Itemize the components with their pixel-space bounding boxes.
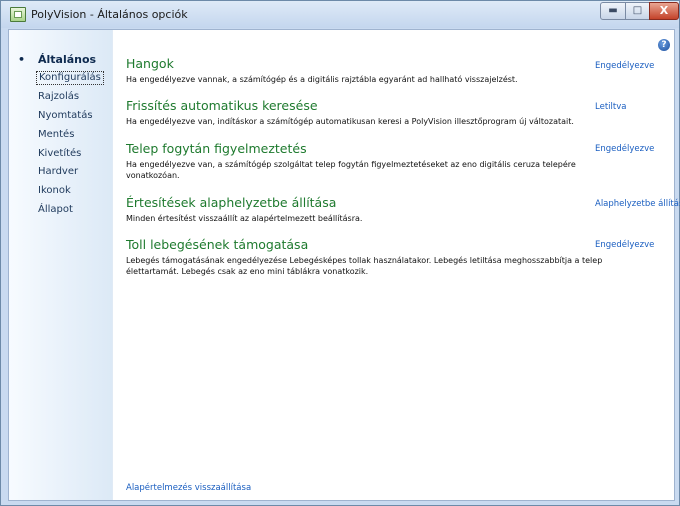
- reset-defaults-link[interactable]: Alapértelmezés visszaállítása: [126, 483, 251, 493]
- section-title-frissites: Frissítés automatikus keresése: [126, 98, 318, 113]
- section-title-ertesitesek: Értesítések alaphelyzetbe állítása: [126, 195, 337, 210]
- frissites-toggle-link[interactable]: Letiltva: [595, 102, 626, 112]
- section-title-telep: Telep fogytán figyelmeztetés: [126, 141, 307, 156]
- app-window: PolyVision - Általános opciók ▬ □ X • Ál…: [0, 0, 680, 506]
- options-panel: • Általános Konfigurálás Rajzolás Nyomta…: [8, 29, 680, 501]
- maximize-button[interactable]: □: [625, 2, 650, 20]
- telep-toggle-link[interactable]: Engedélyezve: [595, 144, 654, 154]
- ertesitesek-reset-link[interactable]: Alaphelyzetbe állítás: [595, 199, 680, 209]
- toll-toggle-link[interactable]: Engedélyezve: [595, 240, 654, 250]
- sidebar: • Általános Konfigurálás Rajzolás Nyomta…: [9, 30, 113, 500]
- help-icon[interactable]: ?: [658, 39, 670, 51]
- section-desc-telep: Ha engedélyezve van, a számítógép szolgá…: [126, 160, 576, 180]
- section-title-hangok: Hangok: [126, 56, 174, 71]
- section-desc-ertesitesek: Minden értesítést visszaállít az alapért…: [126, 214, 363, 223]
- title-bar[interactable]: PolyVision - Általános opciók ▬ □ X: [1, 1, 679, 28]
- minimize-button[interactable]: ▬: [600, 2, 626, 20]
- bullet-icon: •: [18, 53, 26, 66]
- section-desc-frissites: Ha engedélyezve van, indításkor a számít…: [126, 117, 574, 126]
- app-icon: [10, 7, 26, 22]
- window-title: PolyVision - Általános opciók: [31, 8, 188, 21]
- section-title-toll: Toll lebegésének támogatása: [126, 237, 309, 252]
- section-desc-hangok: Ha engedélyezve vannak, a számítógép és …: [126, 75, 518, 84]
- hangok-toggle-link[interactable]: Engedélyezve: [595, 61, 654, 71]
- close-button[interactable]: X: [649, 2, 679, 20]
- section-desc-toll: Lebegés támogatásának engedélyezése Lebe…: [126, 256, 603, 276]
